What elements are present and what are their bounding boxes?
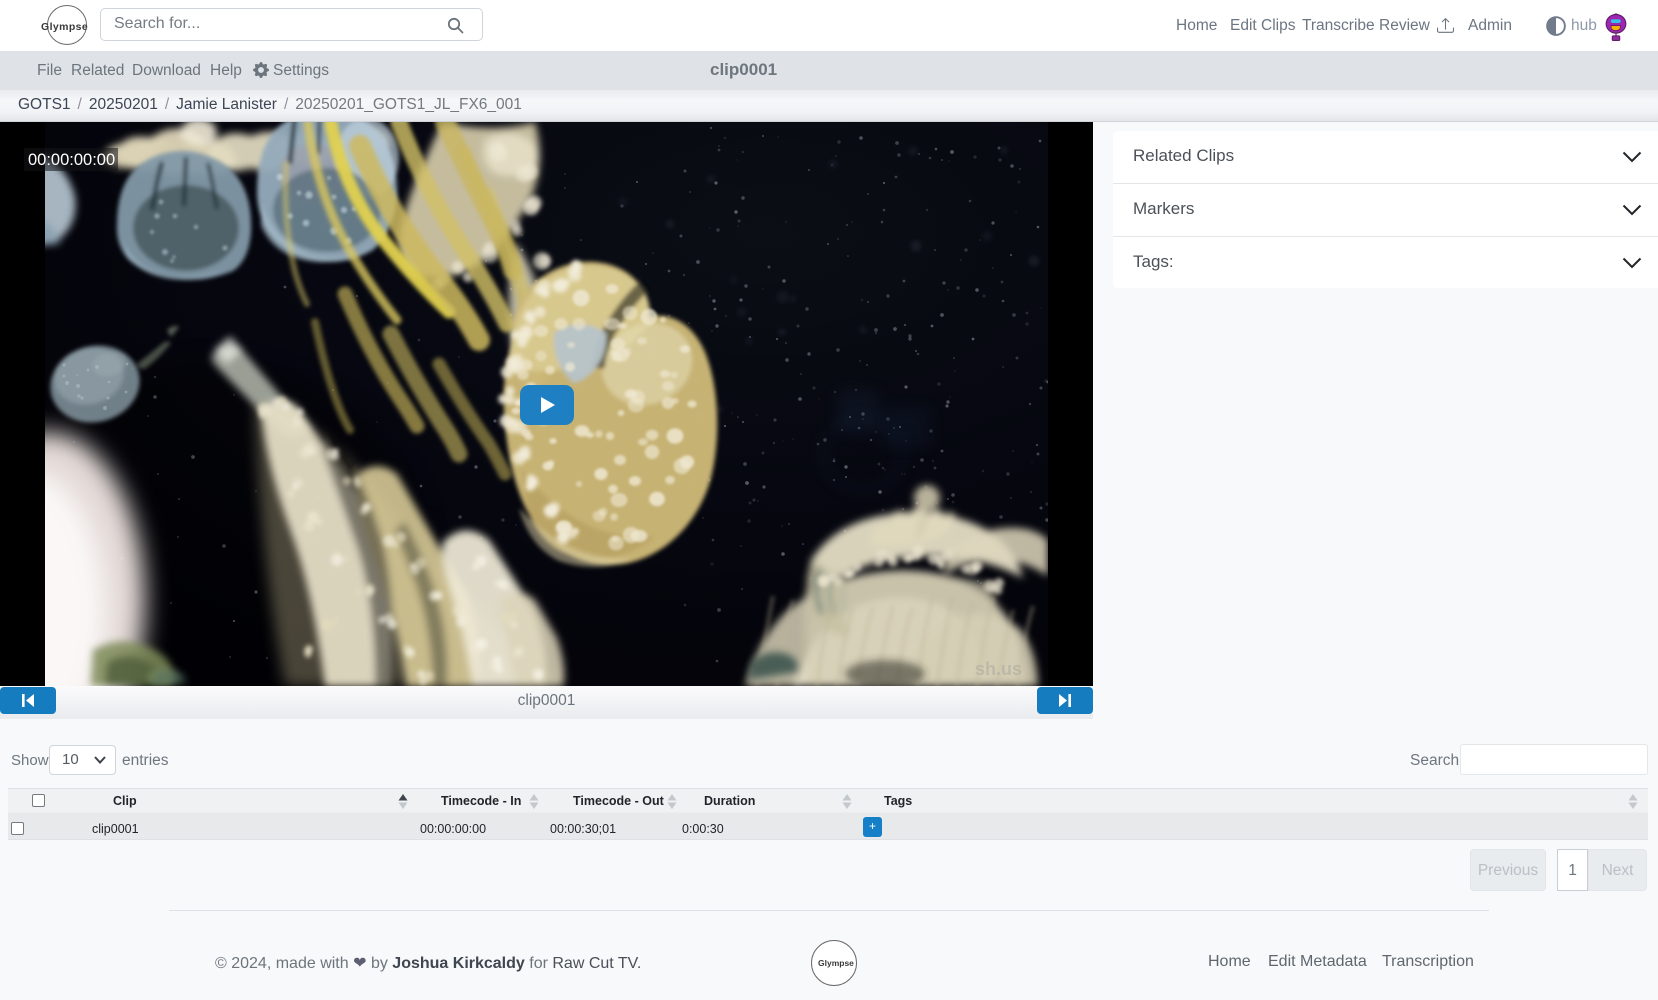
svg-text:sh.us: sh.us <box>975 659 1022 679</box>
